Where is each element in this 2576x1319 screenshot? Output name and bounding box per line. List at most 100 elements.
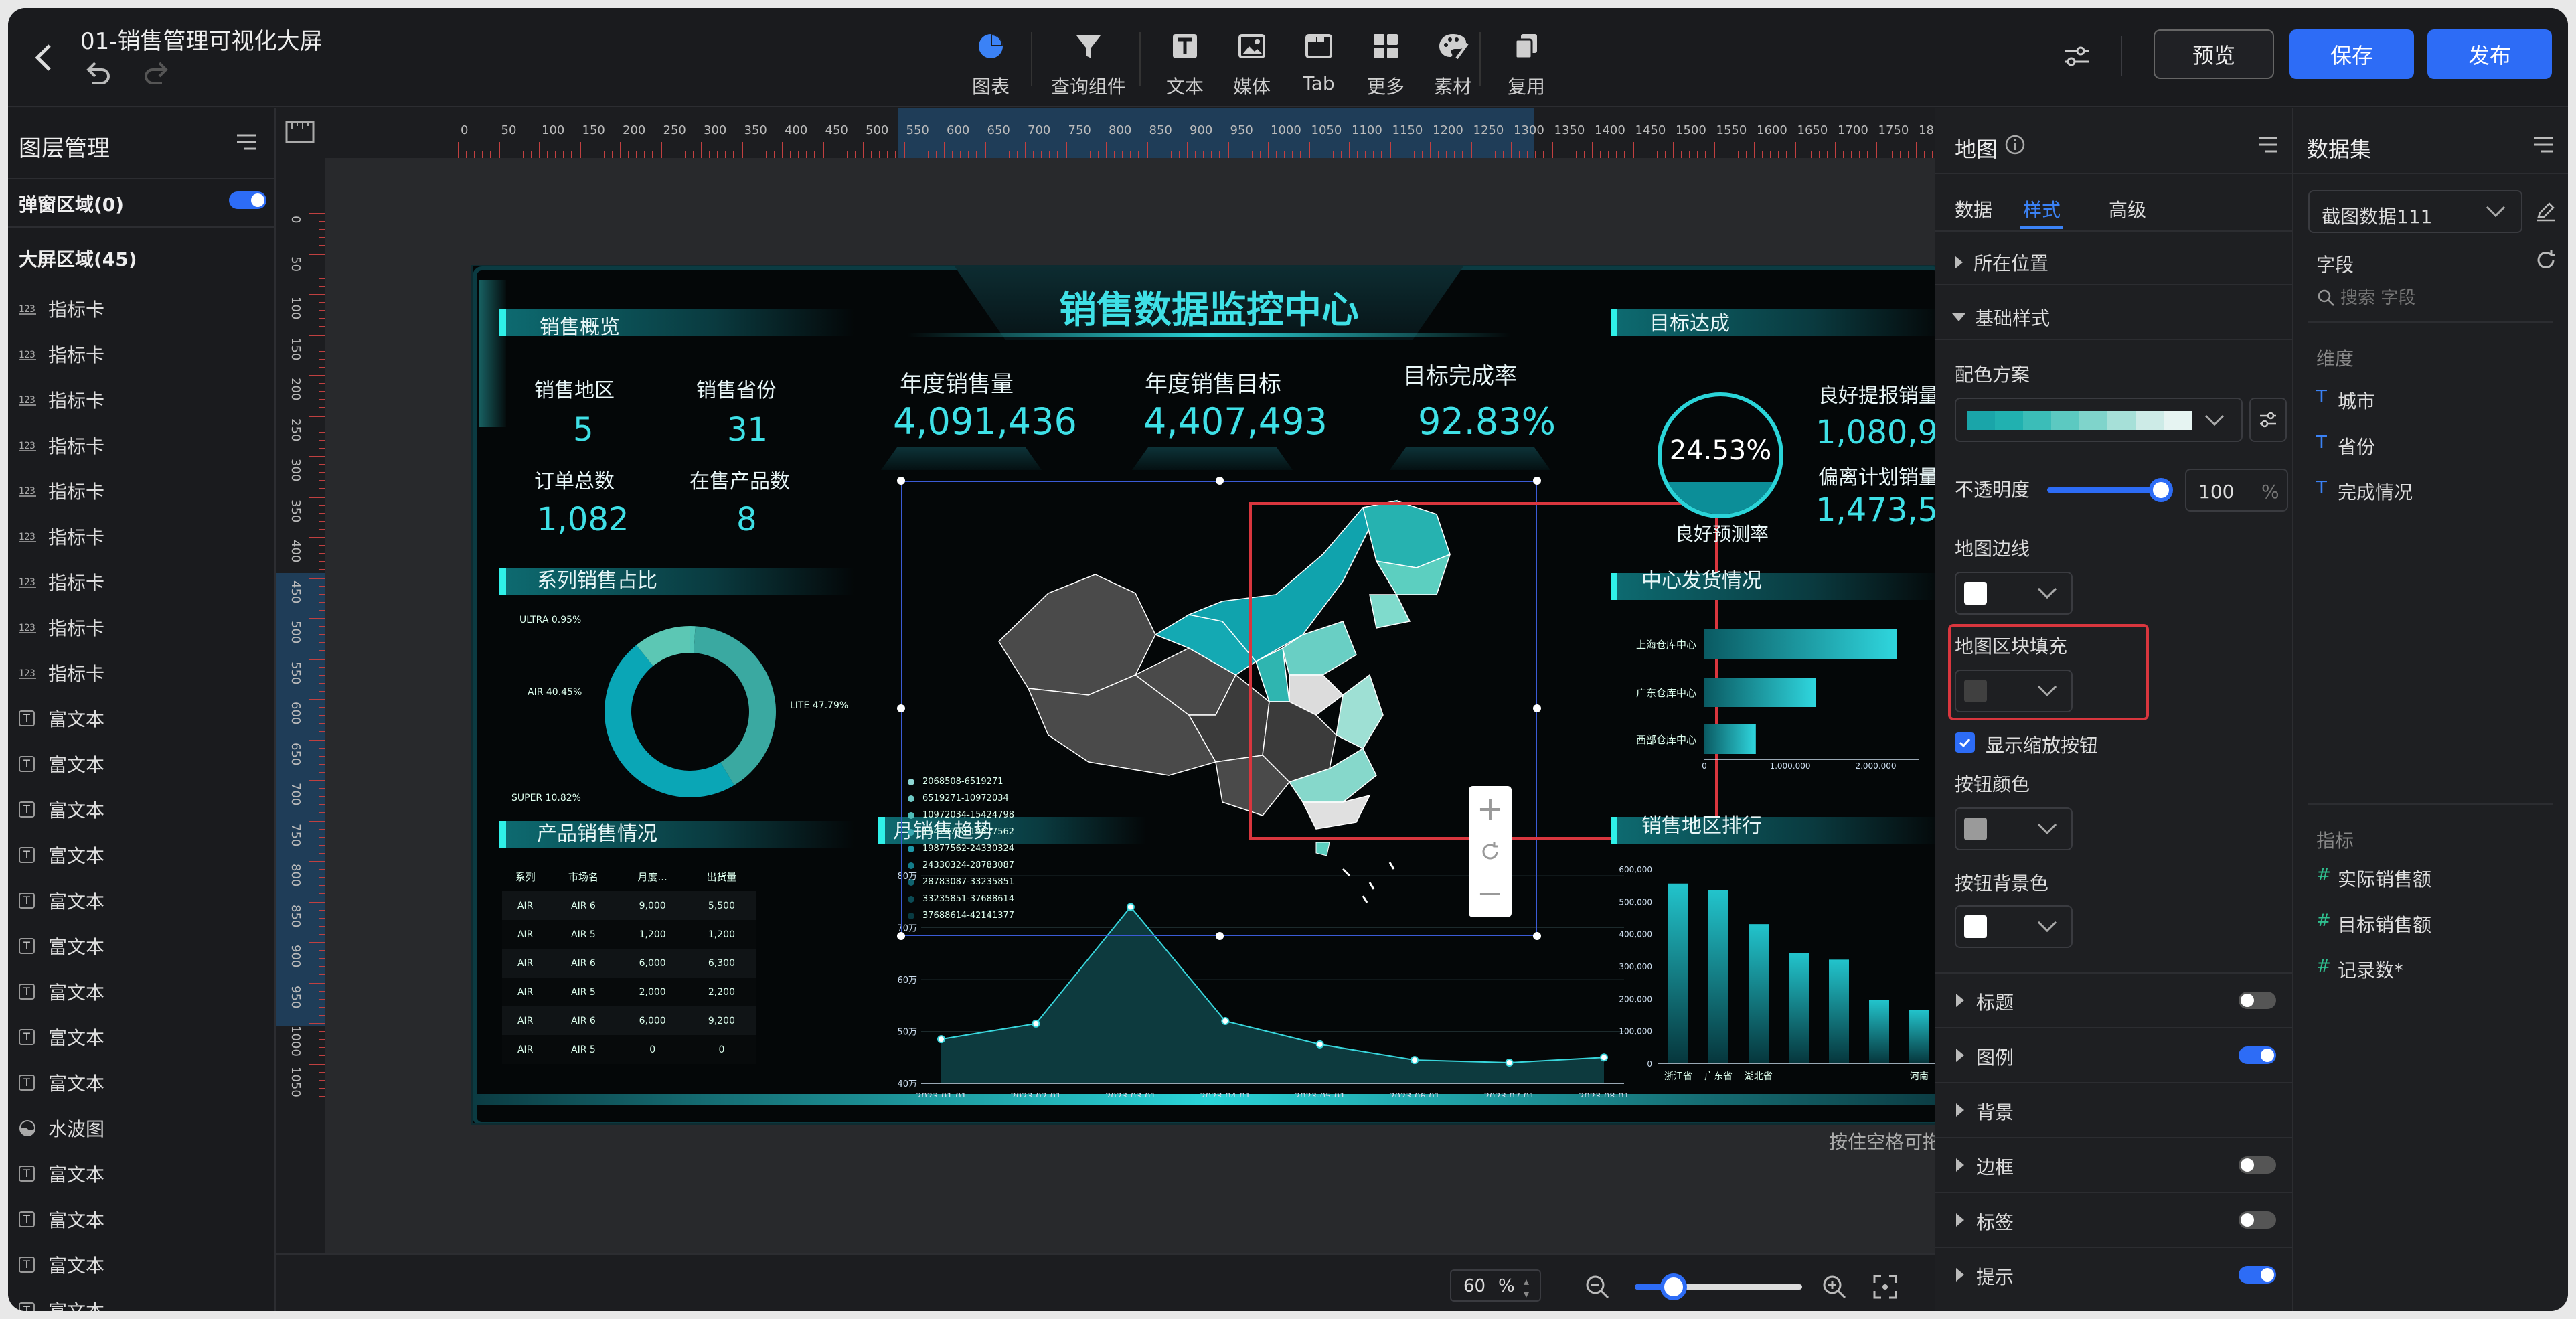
reset-icon[interactable] — [1469, 832, 1512, 872]
table-row[interactable]: AIR AIR 6 6,000 6,300 — [502, 949, 756, 978]
section-toggle[interactable] — [2239, 1046, 2276, 1064]
menu-icon[interactable] — [2257, 135, 2279, 157]
resize-handle[interactable] — [897, 704, 905, 712]
trend-point[interactable] — [1221, 1017, 1230, 1025]
field-search-input[interactable] — [2340, 285, 2541, 311]
layer-item[interactable]: 1 2 3 指标卡 — [19, 560, 266, 604]
menu-icon[interactable] — [2533, 135, 2555, 157]
trend-point[interactable] — [1315, 1040, 1324, 1049]
tab-advanced[interactable]: 高级 — [2109, 196, 2146, 222]
table-row[interactable]: AIR AIR 5 0 0 — [502, 1035, 756, 1064]
section-toggle[interactable] — [2239, 992, 2276, 1009]
layer-item[interactable]: 1 2 3 指标卡 — [19, 651, 266, 695]
region-bar[interactable] — [1708, 890, 1728, 1063]
layer-item[interactable]: T富文本 — [19, 924, 266, 968]
map-legend-item[interactable]: 15424798-19877562 — [908, 827, 1014, 837]
layer-item[interactable]: T富文本 — [19, 1061, 266, 1105]
map-legend-item[interactable]: 33235851-37688614 — [908, 894, 1014, 904]
product-sales-table[interactable]: 系列 市场名 月度... 出货量 AIR AIR 6 9,000 5,500 AIR AIR 5 1… — [502, 862, 756, 1064]
layer-item[interactable]: 水波图 — [19, 1106, 266, 1150]
region-bar[interactable] — [1749, 924, 1769, 1063]
region-bar[interactable] — [1829, 959, 1849, 1063]
refresh-icon[interactable] — [2534, 249, 2557, 275]
zoom-input[interactable]: 60 % ▴ ▾ — [1450, 1269, 1541, 1302]
map-legend-item[interactable]: 37688614-42141377 — [908, 911, 1014, 921]
zoom-out-icon[interactable] — [1584, 1273, 1611, 1303]
fit-screen-icon[interactable] — [1872, 1273, 1899, 1303]
tool-query[interactable]: 查询组件 — [1042, 27, 1135, 99]
layer-item[interactable]: T富文本 — [19, 833, 266, 877]
pie-slice[interactable] — [605, 645, 734, 797]
section-toggle[interactable] — [2239, 1266, 2276, 1284]
layer-item[interactable]: T富文本 — [19, 1288, 266, 1311]
section-1[interactable]: 图例 — [1935, 1027, 2293, 1081]
pie-slice[interactable] — [694, 626, 776, 785]
back-icon[interactable] — [32, 37, 55, 84]
region-bar[interactable] — [1668, 883, 1688, 1063]
section-5[interactable]: 提示 — [1935, 1247, 2293, 1300]
undo-icon[interactable] — [83, 58, 112, 94]
screen-section-label[interactable]: 大屏区域(45) — [19, 245, 137, 272]
tab-style[interactable]: 样式 — [2023, 196, 2061, 222]
zoom-in-icon[interactable]: + — [1469, 789, 1512, 829]
layer-item[interactable]: T富文本 — [19, 878, 266, 923]
section-2[interactable]: 背景 — [1935, 1082, 2293, 1136]
section-basic-style[interactable]: 基础样式 — [1952, 304, 2050, 331]
fill-color-select[interactable] — [1955, 670, 2073, 712]
border-color-select[interactable] — [1955, 572, 2073, 615]
warehouse-bar[interactable] — [1704, 724, 1756, 754]
edit-icon[interactable] — [2534, 200, 2557, 225]
ruler-corner-icon[interactable] — [276, 108, 325, 158]
dimension-item[interactable]: T 完成情况 — [2293, 470, 2568, 510]
layer-item[interactable]: T富文本 — [19, 787, 266, 832]
section-4[interactable]: 标签 — [1935, 1192, 2293, 1245]
scheme-settings-button[interactable] — [2249, 398, 2287, 442]
metric-item[interactable]: # 记录数* — [2293, 948, 2568, 988]
warehouse-bar[interactable] — [1704, 678, 1816, 707]
info-icon[interactable] — [2004, 134, 2026, 158]
opacity-input[interactable]: 100 % — [2185, 469, 2288, 512]
editor-canvas[interactable]: 0 50 100 150 200 250 300 350 400 450 500 550 600 650 7… — [276, 108, 1941, 1311]
table-row[interactable]: AIR AIR 5 1,200 1,200 — [502, 920, 756, 949]
table-row[interactable]: AIR AIR 5 2,000 2,200 — [502, 978, 756, 1006]
button-bg-select[interactable] — [1955, 905, 2073, 948]
stepper-icon[interactable]: ▴ ▾ — [1524, 1275, 1529, 1300]
map-legend-item[interactable]: 28783087-33235851 — [908, 877, 1014, 887]
opacity-slider-thumb[interactable] — [2149, 478, 2173, 502]
resize-handle[interactable] — [897, 932, 905, 940]
popup-toggle[interactable] — [229, 191, 266, 209]
section-0[interactable]: 标题 — [1935, 972, 2293, 1026]
dataset-select[interactable]: 截图数据111 — [2308, 190, 2522, 233]
layer-item[interactable]: T富文本 — [19, 696, 266, 741]
dimension-item[interactable]: T 省份 — [2293, 424, 2568, 465]
show-zoom-checkbox[interactable] — [1955, 732, 1975, 753]
layer-item[interactable]: T富文本 — [19, 1197, 266, 1241]
section-toggle[interactable] — [2239, 1211, 2276, 1229]
warehouse-bar-chart[interactable]: 上海仓库中心广东仓库中心西部仓库中心 0 1,000,000 2,000,000 — [1604, 608, 1939, 769]
save-button[interactable]: 保存 — [2289, 29, 2414, 79]
layer-item[interactable]: 1 2 3 指标卡 — [19, 332, 266, 376]
resize-handle[interactable] — [1533, 932, 1541, 940]
resize-handle[interactable] — [1216, 932, 1224, 940]
region-bar[interactable] — [1909, 1010, 1929, 1063]
publish-button[interactable]: 发布 — [2427, 29, 2552, 79]
popup-section-label[interactable]: 弹窗区域(0) — [19, 190, 124, 217]
layer-item[interactable]: T富文本 — [19, 1243, 266, 1287]
redo-icon[interactable] — [142, 58, 171, 94]
layer-item[interactable]: 1 2 3 指标卡 — [19, 605, 266, 649]
metric-item[interactable]: # 目标销售额 — [2293, 903, 2568, 943]
region-bar[interactable] — [1789, 953, 1809, 1063]
resize-handle[interactable] — [897, 477, 905, 485]
opacity-slider[interactable] — [2047, 487, 2162, 493]
map-legend-item[interactable]: 24330324-28783087 — [908, 860, 1014, 870]
trend-point[interactable] — [1032, 1019, 1040, 1028]
tool-reuse[interactable]: 复用 — [1481, 27, 1572, 99]
trend-point[interactable] — [1505, 1059, 1514, 1067]
tool-chart[interactable]: 图表 — [944, 27, 1038, 99]
table-row[interactable]: AIR AIR 6 9,000 5,500 — [502, 891, 756, 920]
map-legend-item[interactable]: 6519271-10972034 — [908, 793, 1009, 803]
color-scheme-select[interactable] — [1955, 398, 2243, 442]
region-bar[interactable] — [1869, 1000, 1889, 1063]
layer-item[interactable]: 1 2 3 指标卡 — [19, 423, 266, 467]
warehouse-bar[interactable] — [1704, 629, 1897, 659]
